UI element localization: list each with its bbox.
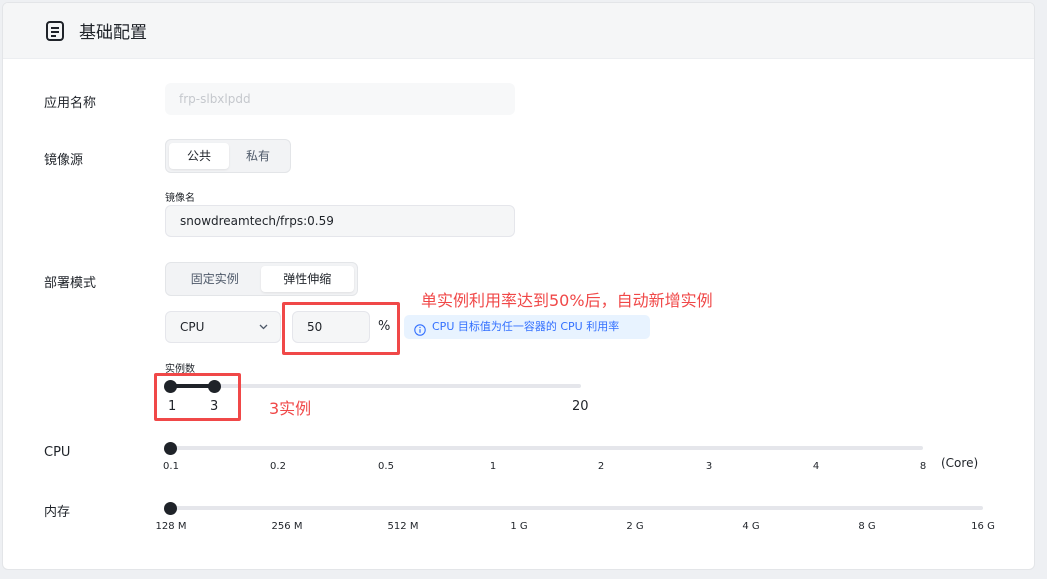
memory-tick: 128 M	[155, 521, 187, 532]
memory-tick: 256 M	[271, 521, 303, 532]
image-source-toggle: 公共 私有	[165, 139, 291, 173]
cpu-unit: (Core)	[941, 456, 979, 470]
metric-select[interactable]: CPU	[165, 311, 281, 343]
image-source-public[interactable]: 公共	[169, 143, 229, 169]
cpu-tick: 3	[705, 461, 713, 472]
app-name-input: frp-slbxlpdd	[165, 83, 515, 115]
cpu-tick: 2	[597, 461, 605, 472]
memory-slider-track[interactable]	[171, 506, 983, 510]
memory-tick: 8 G	[858, 521, 876, 532]
deploy-mode-autoscale[interactable]: 弹性伸缩	[260, 266, 354, 292]
image-name-input[interactable]: snowdreamtech/frps:0.59	[165, 205, 515, 237]
app-name-label: 应用名称	[44, 96, 97, 111]
basic-config-card: 基础配置 应用名称 frp-slbxlpdd 镜像源 公共 私有 镜像名 sno…	[2, 2, 1035, 570]
cpu-target-tip-text: CPU 目标值为任一容器的 CPU 利用率	[432, 320, 620, 333]
cpu-slider-track[interactable]	[171, 446, 923, 450]
deploy-mode-fixed[interactable]: 固定实例	[169, 266, 261, 292]
cpu-tick: 8	[919, 461, 927, 472]
memory-slider-handle[interactable]	[164, 502, 177, 515]
image-name-label: 镜像名	[165, 193, 195, 204]
card-header: 基础配置	[3, 3, 1034, 59]
threshold-highlight-box	[282, 302, 400, 355]
deploy-mode-toggle: 固定实例 弹性伸缩	[165, 262, 358, 296]
chevron-down-icon	[259, 312, 268, 353]
instances-annotation: 3实例	[269, 399, 312, 418]
memory-tick: 4 G	[742, 521, 760, 532]
deploy-mode-label: 部署模式	[44, 276, 97, 291]
instances-highlight-box	[154, 373, 241, 421]
cpu-tick: 0.1	[163, 461, 179, 472]
cpu-target-tip: CPU 目标值为任一容器的 CPU 利用率	[404, 315, 650, 339]
image-source-private[interactable]: 私有	[229, 143, 287, 169]
cpu-tick: 0.2	[270, 461, 286, 472]
document-icon	[45, 20, 65, 42]
memory-tick: 2 G	[626, 521, 644, 532]
instances-range-max: 20	[572, 399, 589, 414]
memory-tick: 16 G	[971, 521, 995, 532]
metric-select-value: CPU	[180, 320, 205, 334]
cpu-tick: 4	[812, 461, 820, 472]
cpu-slider-handle[interactable]	[164, 442, 177, 455]
info-icon	[414, 321, 426, 345]
cpu-tick: 0.5	[378, 461, 394, 472]
image-source-label: 镜像源	[44, 153, 84, 168]
cpu-label: CPU	[44, 445, 71, 460]
memory-tick: 512 M	[387, 521, 419, 532]
autoscale-annotation: 单实例利用率达到50%后，自动新增实例	[421, 291, 713, 310]
page-title: 基础配置	[79, 23, 147, 43]
memory-tick: 1 G	[510, 521, 528, 532]
memory-label: 内存	[44, 505, 71, 520]
cpu-tick: 1	[489, 461, 497, 472]
